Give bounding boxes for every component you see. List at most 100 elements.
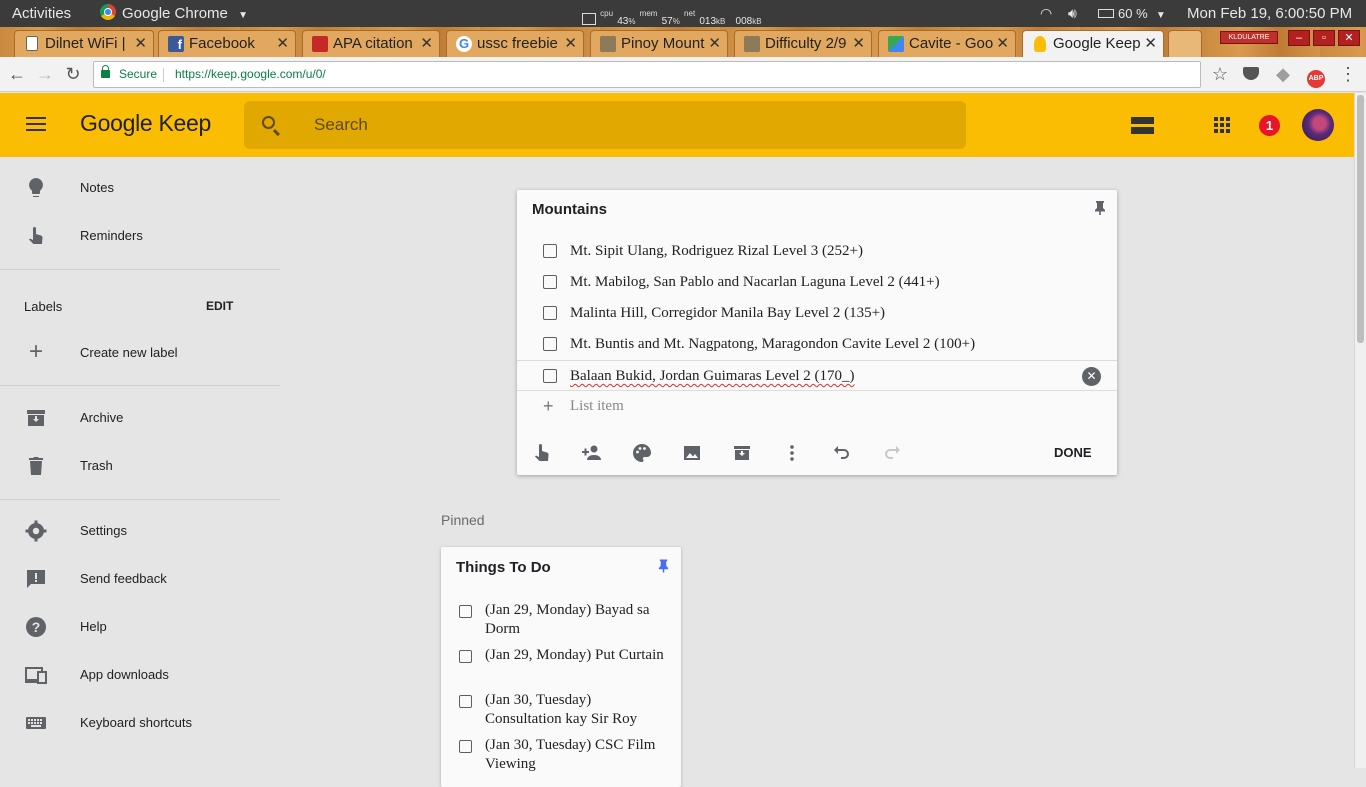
list-item[interactable]: Mt. Mabilog, San Pablo and Nacarlan Lagu… xyxy=(517,267,1117,298)
tab-dilnet[interactable]: Dilnet WiFi | ✕ xyxy=(14,30,154,57)
sidebar-item-shortcuts[interactable]: Keyboard shortcuts xyxy=(0,699,280,747)
reload-icon[interactable]: ↻ xyxy=(62,63,84,85)
tab-pinoy[interactable]: Pinoy Mount ✕ xyxy=(590,30,728,57)
checkbox[interactable] xyxy=(543,306,557,320)
close-tab-icon[interactable]: ✕ xyxy=(420,31,433,56)
more-vert-icon[interactable]: ⋮ xyxy=(1337,63,1359,85)
list-item[interactable]: Mt. Buntis and Mt. Nagpatong, Maragondon… xyxy=(517,329,1117,360)
close-window-icon[interactable]: ✕ xyxy=(1338,30,1360,46)
palette-icon[interactable] xyxy=(630,441,654,465)
adblock-icon[interactable]: ABP xyxy=(1305,63,1327,88)
profile-badge[interactable]: KLDULATRE xyxy=(1220,31,1278,44)
tab-cavite[interactable]: Cavite - Goo ✕ xyxy=(878,30,1016,57)
sidebar-item-help[interactable]: ? Help xyxy=(0,603,280,651)
wifi-icon[interactable]: ◠ xyxy=(1040,0,1052,27)
pin-icon[interactable] xyxy=(657,558,670,574)
tab-apa[interactable]: APA citation ✕ xyxy=(302,30,440,57)
app-menu[interactable]: Google Chrome ▼ xyxy=(100,0,248,27)
done-button[interactable]: DONE xyxy=(1054,445,1092,460)
google-icon: G xyxy=(456,36,472,52)
apps-grid-icon[interactable] xyxy=(1214,117,1230,133)
checkbox[interactable] xyxy=(543,337,557,351)
notification-badge[interactable]: 1 xyxy=(1259,115,1280,136)
close-tab-icon[interactable]: ✕ xyxy=(852,31,865,56)
note-card[interactable]: Things To Do (Jan 29, Monday) Bayad sa D… xyxy=(441,547,681,787)
tab-title: APA citation xyxy=(333,35,413,52)
list-view-icon[interactable] xyxy=(1131,117,1154,134)
list-item-text[interactable]: Malinta Hill, Corregidor Manila Bay Leve… xyxy=(570,298,885,329)
system-monitor-indicator[interactable]: cpu 43% mem 57% net 013kB 008kB xyxy=(582,0,762,27)
sidebar-item-downloads[interactable]: App downloads xyxy=(0,651,280,699)
sidebar-label: Keyboard shortcuts xyxy=(80,715,193,730)
close-tab-icon[interactable]: ✕ xyxy=(1144,31,1157,56)
list-item-text[interactable]: Mt. Buntis and Mt. Nagpatong, Maragondon… xyxy=(570,329,975,360)
sidebar-item-create-label[interactable]: + Create new label xyxy=(0,329,280,377)
scrollbar-thumb[interactable] xyxy=(1357,95,1364,343)
more-vert-icon[interactable] xyxy=(780,441,804,465)
undo-icon[interactable] xyxy=(830,441,854,465)
maximize-icon[interactable]: ▫ xyxy=(1313,30,1335,46)
back-icon[interactable]: ← xyxy=(6,63,28,85)
list-item-text[interactable]: Mt. Sipit Ulang, Rodriguez Rizal Level 3… xyxy=(570,236,863,267)
avatar[interactable] xyxy=(1302,109,1334,141)
checkbox[interactable] xyxy=(459,695,472,708)
sidebar-label: Settings xyxy=(80,523,127,538)
tab-facebook[interactable]: f Facebook ✕ xyxy=(158,30,296,57)
close-tab-icon[interactable]: ✕ xyxy=(996,31,1009,56)
minimize-icon[interactable]: – xyxy=(1288,30,1310,46)
list-item[interactable]: Malinta Hill, Corregidor Manila Bay Leve… xyxy=(517,298,1117,329)
pocket-icon[interactable] xyxy=(1240,63,1262,85)
add-list-item[interactable]: + List item xyxy=(517,391,1117,422)
sidebar-item-archive[interactable]: Archive xyxy=(0,394,280,442)
checkbox[interactable] xyxy=(543,244,557,258)
address-bar[interactable]: Secure https://keep.google.com/u/0/ xyxy=(93,61,1201,88)
search-box[interactable]: Search xyxy=(244,101,966,149)
close-tab-icon[interactable]: ✕ xyxy=(276,31,289,56)
activities-button[interactable]: Activities xyxy=(12,0,71,27)
note-title[interactable]: Mountains xyxy=(532,201,607,218)
mem-value: 57 xyxy=(661,16,673,27)
redo-icon[interactable] xyxy=(880,441,904,465)
page-scrollbar[interactable] xyxy=(1354,93,1366,768)
list-item-active[interactable]: Balaan Bukid, Jordan Guimaras Level 2 (1… xyxy=(517,360,1117,391)
list-item[interactable]: Mt. Sipit Ulang, Rodriguez Rizal Level 3… xyxy=(517,236,1117,267)
keep-logo[interactable]: Google Keep xyxy=(80,110,211,137)
pin-icon[interactable] xyxy=(1093,200,1107,216)
checkbox[interactable] xyxy=(459,650,472,663)
list-item-text[interactable]: Balaan Bukid, Jordan Guimaras Level 2 (1… xyxy=(570,361,855,392)
sidebar-item-reminders[interactable]: Reminders xyxy=(0,212,280,260)
archive-icon[interactable] xyxy=(730,441,754,465)
sidebar-item-notes[interactable]: Notes xyxy=(0,164,280,212)
sidebar-label: Send feedback xyxy=(80,571,167,586)
tab-ussc[interactable]: G ussc freebie ✕ xyxy=(446,30,584,57)
collaborator-icon[interactable] xyxy=(580,441,604,465)
sidebar-item-feedback[interactable]: Send feedback xyxy=(0,555,280,603)
checkbox[interactable] xyxy=(543,275,557,289)
tab-difficulty[interactable]: Difficulty 2/9 ✕ xyxy=(734,30,872,57)
keep-header: Google Keep Search 1 xyxy=(0,93,1354,157)
checkbox[interactable] xyxy=(459,605,472,618)
sidebar-item-trash[interactable]: Trash xyxy=(0,442,280,490)
new-tab-button[interactable] xyxy=(1168,30,1202,57)
sidebar-label: Trash xyxy=(80,458,113,473)
battery-indicator[interactable]: 60 % ▼ xyxy=(1098,0,1166,27)
image-icon[interactable] xyxy=(680,441,704,465)
forward-icon[interactable]: → xyxy=(34,63,56,85)
list-item-text[interactable]: Mt. Mabilog, San Pablo and Nacarlan Lagu… xyxy=(570,267,940,298)
close-tab-icon[interactable]: ✕ xyxy=(708,31,721,56)
volume-icon[interactable]: 🔊︎ xyxy=(1068,0,1077,27)
tab-keep[interactable]: Google Keep ✕ xyxy=(1022,30,1164,57)
remind-me-icon[interactable] xyxy=(530,441,554,465)
tab-title: Google Keep xyxy=(1053,35,1141,52)
close-tab-icon[interactable]: ✕ xyxy=(564,31,577,56)
sidebar-item-settings[interactable]: Settings xyxy=(0,507,280,555)
clock[interactable]: Mon Feb 19, 6:00:50 PM xyxy=(1187,0,1352,27)
main-menu-icon[interactable] xyxy=(26,117,46,131)
remove-item-icon[interactable]: ✕ xyxy=(1082,367,1101,386)
close-tab-icon[interactable]: ✕ xyxy=(134,31,147,56)
extension-icon[interactable]: ◆ xyxy=(1272,63,1294,85)
checkbox[interactable] xyxy=(543,369,557,383)
edit-labels-button[interactable]: EDIT xyxy=(206,299,233,313)
bookmark-star-icon[interactable]: ☆ xyxy=(1209,63,1231,85)
checkbox[interactable] xyxy=(459,740,472,753)
